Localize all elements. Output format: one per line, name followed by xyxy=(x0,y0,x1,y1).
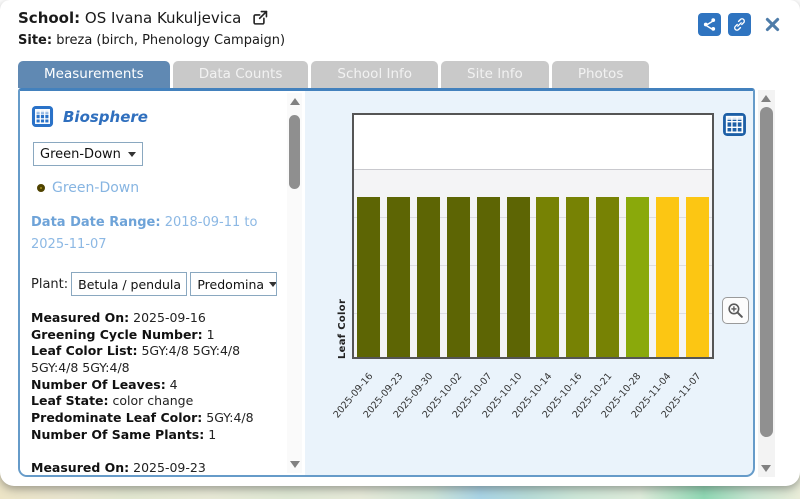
external-link-icon[interactable] xyxy=(252,9,269,30)
bar-2025-10-21[interactable] xyxy=(596,197,620,357)
school-name: OS Ivana Kukuljevica xyxy=(84,9,242,27)
measurement-field: Leaf State: color change xyxy=(31,393,194,409)
scroll-down-icon[interactable] xyxy=(290,461,300,468)
chevron-down-icon xyxy=(269,281,277,287)
measurement-field: Greening Cycle Number: 1 xyxy=(31,326,215,342)
chevron-down-icon xyxy=(128,151,136,157)
page: { "colors": { "tab_active": "#6089b3", "… xyxy=(0,0,800,499)
measurement-field: Number Of Same Plants: 1 xyxy=(31,426,217,442)
date-range-label: Data Date Range: xyxy=(31,215,161,230)
chart-plot-area xyxy=(352,113,714,359)
section-title: Biosphere xyxy=(63,107,148,126)
tab-data-counts[interactable]: Data Counts xyxy=(172,61,309,88)
plant-type-select[interactable]: Predomina xyxy=(190,272,277,297)
protocol-select[interactable]: Green-Down xyxy=(33,142,143,166)
table-grid-icon xyxy=(31,105,54,128)
scroll-up-icon[interactable] xyxy=(761,95,771,102)
list-scrollbar[interactable] xyxy=(287,93,302,473)
show-data-table-button[interactable] xyxy=(722,112,747,141)
site-title-line: Site: breza (birch, Phenology Campaign) xyxy=(18,33,285,48)
share-nodes-icon xyxy=(703,18,716,31)
tab-school-info[interactable]: School Info xyxy=(311,61,439,88)
plant-species-select[interactable]: Betula / pendula xyxy=(71,272,188,297)
tab-site-info[interactable]: Site Info xyxy=(441,61,549,88)
scroll-up-icon[interactable] xyxy=(290,98,300,105)
link-icon xyxy=(734,18,745,31)
bar-2025-11-04[interactable] xyxy=(655,197,679,357)
chart-x-axis-labels: 2025-09-16 2025-09-23 2025-09-30 2025-10-02… xyxy=(331,363,714,423)
measurements-list-panel: Biosphere Green-Down Green-Down Data Dat… xyxy=(20,91,305,475)
link-button[interactable] xyxy=(728,13,751,36)
tab-bar: Measurements Data Counts School Info Site I… xyxy=(18,61,650,88)
measurement-field: Predominate Leaf Color: 5GY:4/8 xyxy=(31,409,254,425)
school-detail-dialog: School: OS Ivana Kukuljevica Site: breza… xyxy=(0,0,800,486)
legend-label: Green-Down xyxy=(52,180,140,196)
measurement-field: Measured On: 2025-09-23 xyxy=(31,460,206,475)
legend-item: Green-Down xyxy=(37,180,277,196)
plant-type-value: Predomina xyxy=(197,276,265,292)
bar-2025-09-16[interactable] xyxy=(357,197,381,357)
plant-label: Plant: xyxy=(31,276,69,292)
close-button[interactable] xyxy=(762,15,782,35)
bar-2025-10-07[interactable] xyxy=(476,197,500,357)
close-icon xyxy=(765,17,779,32)
share-button[interactable] xyxy=(698,13,721,36)
zoom-in-icon xyxy=(728,303,743,318)
school-title-line: School: OS Ivana Kukuljevica xyxy=(18,9,269,30)
data-date-range: Data Date Range: 2018-09-11 to 2025-11-0… xyxy=(31,212,276,256)
plant-row: Plant: Betula / pendula Predomina xyxy=(31,272,277,297)
school-label: School: xyxy=(18,9,81,27)
measurement-record: Measured On: 2025-09-16 Greening Cycle Nu… xyxy=(31,310,277,443)
bar-2025-11-07[interactable] xyxy=(685,197,709,357)
protocol-select-value: Green-Down xyxy=(40,146,121,162)
tab-photos[interactable]: Photos xyxy=(551,61,650,88)
dialog-actions xyxy=(698,13,782,36)
legend-dot-icon xyxy=(37,184,45,192)
biosphere-header: Biosphere xyxy=(31,105,277,128)
x-tick-label: 2025-09-16 xyxy=(331,371,376,421)
measurement-records: Measured On: 2025-09-16 Greening Cycle Nu… xyxy=(31,310,277,475)
leaf-color-chart: Leaf Color 2025-09-16 2025-09-23 2025-09-3… xyxy=(331,113,714,423)
bar-2025-09-30[interactable] xyxy=(417,197,441,357)
dialog-scrollbar[interactable] xyxy=(758,90,775,477)
bar-2025-10-02[interactable] xyxy=(446,197,470,357)
dialog-scrollbar-thumb[interactable] xyxy=(760,107,773,437)
chart-zoom-button[interactable] xyxy=(722,297,749,324)
bar-2025-09-23[interactable] xyxy=(387,197,411,357)
chevron-down-icon xyxy=(186,281,187,287)
table-grid-icon xyxy=(723,113,746,136)
measurement-field: Measured On: 2025-09-16 xyxy=(31,310,206,326)
scroll-down-icon[interactable] xyxy=(761,465,771,472)
measurements-tab-panel: Biosphere Green-Down Green-Down Data Dat… xyxy=(18,88,755,477)
measurement-record: Measured On: 2025-09-23Greening Cycle Nu… xyxy=(31,460,277,475)
plant-species-value: Betula / pendula xyxy=(78,276,182,292)
tab-measurements[interactable]: Measurements xyxy=(18,61,170,88)
bar-2025-10-10[interactable] xyxy=(506,197,530,357)
bar-2025-10-16[interactable] xyxy=(566,197,590,357)
list-scrollbar-thumb[interactable] xyxy=(289,115,300,189)
bar-2025-10-28[interactable] xyxy=(625,197,649,357)
measurement-field: Leaf Color List: 5GY:4/8 5GY:4/8 5GY:4/8… xyxy=(31,343,241,376)
measurement-field: Number Of Leaves: 4 xyxy=(31,376,178,392)
chart-y-axis-label: Leaf Color xyxy=(337,298,348,359)
site-label: Site: xyxy=(18,33,53,48)
site-value: breza (birch, Phenology Campaign) xyxy=(56,33,286,48)
bar-2025-10-14[interactable] xyxy=(536,197,560,357)
